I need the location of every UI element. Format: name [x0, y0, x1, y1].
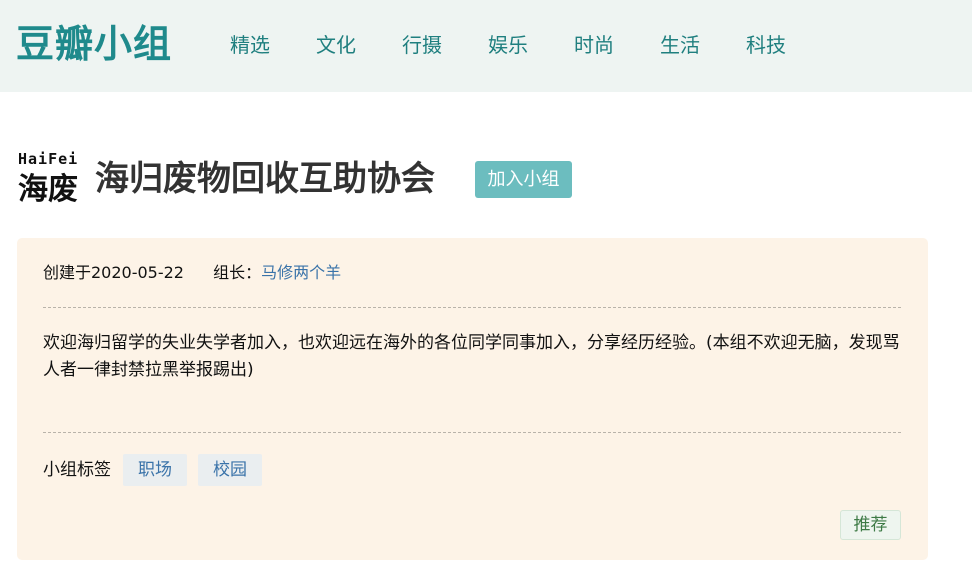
- join-group-button[interactable]: 加入小组: [475, 161, 572, 198]
- group-badge: HaiFei 海废: [18, 150, 88, 208]
- divider: [43, 307, 901, 308]
- created-date: 创建于2020-05-22: [43, 263, 184, 282]
- tag-workplace[interactable]: 职场: [123, 454, 187, 486]
- group-header: HaiFei 海废 海归废物回收互助协会 加入小组: [18, 150, 958, 220]
- nav-item-featured[interactable]: 精选: [230, 31, 270, 59]
- main-nav: 精选 文化 行摄 娱乐 时尚 生活 科技: [230, 31, 832, 59]
- owner-link[interactable]: 马修两个羊: [261, 263, 341, 282]
- nav-item-fashion[interactable]: 时尚: [574, 31, 614, 59]
- nav-item-entertainment[interactable]: 娱乐: [488, 31, 528, 59]
- nav-item-travel[interactable]: 行摄: [402, 31, 442, 59]
- group-badge-english: HaiFei: [18, 150, 79, 168]
- owner-label: 组长：: [213, 263, 262, 282]
- divider: [43, 432, 901, 433]
- nav-item-culture[interactable]: 文化: [316, 31, 356, 59]
- group-meta: 创建于2020-05-22 组长：马修两个羊: [43, 262, 341, 284]
- nav-item-tech[interactable]: 科技: [746, 31, 786, 59]
- nav-item-life[interactable]: 生活: [660, 31, 700, 59]
- tags-label: 小组标签: [43, 460, 111, 480]
- top-bar: 豆瓣小组 精选 文化 行摄 娱乐 时尚 生活 科技: [0, 0, 972, 92]
- group-tags: 小组标签 职场 校园: [43, 454, 273, 486]
- site-logo[interactable]: 豆瓣小组: [16, 18, 172, 70]
- group-description: 欢迎海归留学的失业失学者加入，也欢迎远在海外的各位同学同事加入，分享经历经验。(…: [43, 333, 900, 380]
- tag-campus[interactable]: 校园: [198, 454, 262, 486]
- group-badge-chinese: 海废: [18, 172, 78, 207]
- group-info-card: 创建于2020-05-22 组长：马修两个羊 欢迎海归留学的失业失学者加入，也欢…: [17, 238, 928, 560]
- group-title: 海归废物回收互助协会: [95, 159, 435, 199]
- recommend-button[interactable]: 推荐: [840, 510, 901, 540]
